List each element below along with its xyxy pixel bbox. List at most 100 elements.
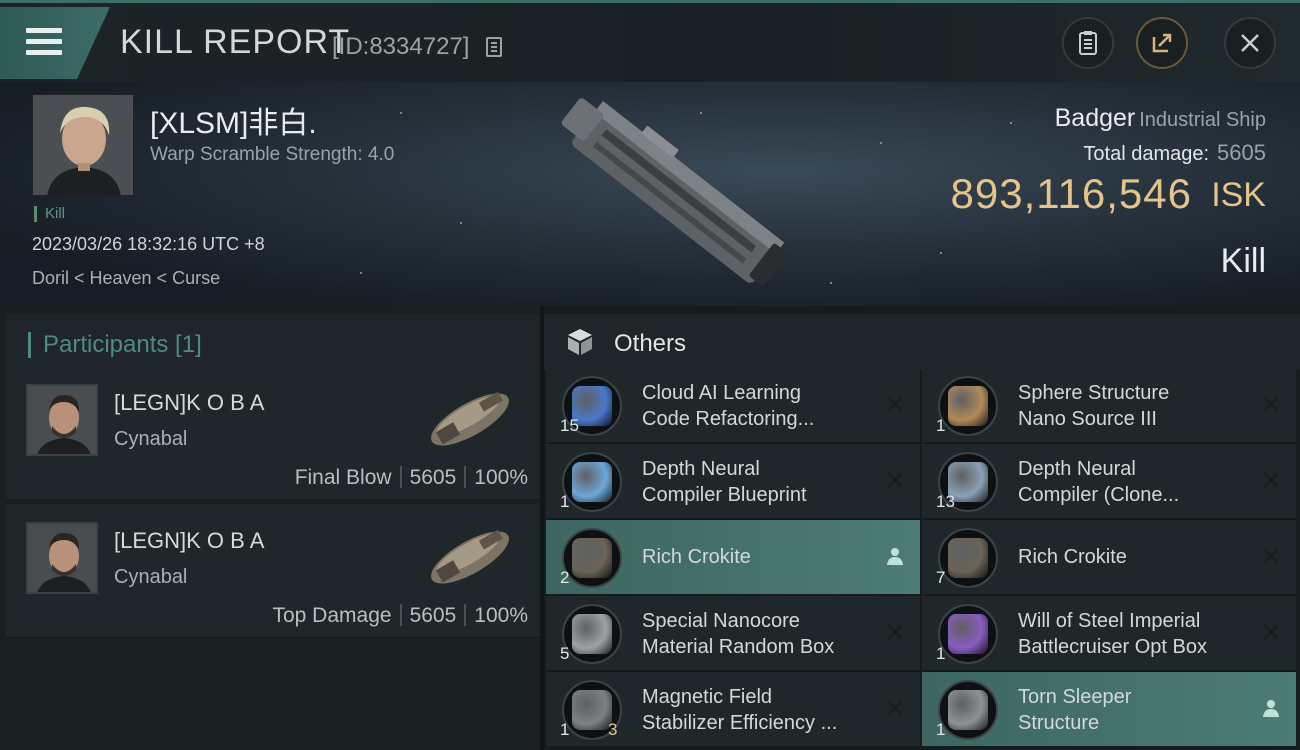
dropped-person-icon — [887, 548, 903, 565]
item-tile[interactable]: 2 Rich Crokite — [546, 520, 920, 594]
item-name: Depth Neural Compiler Blueprint — [642, 456, 872, 508]
item-name-line1: Magnetic Field — [642, 686, 773, 708]
item-icon — [562, 604, 622, 664]
item-name: Depth Neural Compiler (Clone... — [1018, 456, 1248, 508]
participant-ship: Cynabal — [114, 566, 188, 588]
participants-panel: Participants [1] [LEGN]K O B A Cynabal F… — [0, 306, 540, 750]
victim-portrait[interactable] — [32, 94, 134, 196]
participant-stats: Final Blow 5605 100% — [295, 466, 528, 490]
destroyed-x-icon — [887, 472, 903, 488]
participant-role: Top Damage — [272, 604, 392, 627]
participant-percent: 100% — [474, 466, 528, 489]
item-name-line1: Cloud AI Learning — [642, 382, 802, 404]
item-name-line1: Torn Sleeper — [1018, 686, 1132, 708]
item-name: Sphere Structure Nano Source III — [1018, 380, 1248, 432]
others-title: Others — [614, 330, 687, 357]
isk-unit: ISK — [1211, 176, 1266, 214]
cube-icon — [568, 329, 592, 355]
total-damage-label: Total damage: — [1083, 143, 1210, 165]
item-icon — [938, 680, 998, 740]
item-name-line1: Depth Neural — [642, 458, 760, 480]
item-quantity: 1 — [936, 644, 946, 663]
others-panel: Others 15 Cloud AI Learning Code Refactori… — [544, 306, 1300, 750]
item-tile[interactable]: 1 Sphere Structure Nano Source III — [922, 368, 1296, 442]
item-icon — [562, 452, 622, 512]
item-name: Rich Crokite — [642, 544, 872, 570]
participant-damage: 5605 — [409, 604, 457, 627]
total-damage-value: 5605 — [1217, 140, 1266, 165]
dropped-person-icon — [1263, 700, 1279, 717]
item-name-line1: Rich Crokite — [1018, 546, 1127, 568]
participant-ship-image — [431, 391, 509, 446]
pilot-avatar-icon — [33, 95, 133, 195]
participant-percent: 100% — [474, 604, 528, 627]
item-name: Rich Crokite — [1018, 544, 1248, 570]
clipboard-button[interactable] — [1062, 17, 1114, 69]
participant-row[interactable]: [LEGN]K O B A Cynabal Final Blow 5605 100% — [6, 366, 540, 500]
item-name-line1: Depth Neural — [1018, 458, 1136, 480]
share-button[interactable] — [1136, 17, 1188, 69]
item-name-line1: Sphere Structure — [1018, 382, 1170, 404]
item-tile[interactable]: 1 3 Magnetic Field Stabilizer Efficiency ..… — [546, 672, 920, 746]
others-header: Others — [544, 314, 1300, 370]
participant-damage: 5605 — [409, 466, 457, 489]
pilot-avatar-icon — [28, 386, 96, 454]
item-quantity: 15 — [560, 416, 579, 435]
ship-class: Industrial Ship — [1139, 109, 1266, 131]
participant-ship: Cynabal — [114, 428, 188, 450]
close-button[interactable] — [1224, 17, 1276, 69]
participants-header: Participants [1] — [6, 314, 540, 370]
victim-name[interactable]: [XLSM]非白. — [150, 98, 317, 142]
item-name: Special Nanocore Material Random Box — [642, 608, 872, 660]
destroyed-x-icon — [887, 396, 903, 412]
item-tile[interactable]: 1 Will of Steel Imperial Battlecruiser Opt… — [922, 596, 1296, 670]
item-name-line2: Battlecruiser Opt Box — [1018, 636, 1207, 658]
item-tile[interactable]: 1 Torn Sleeper Structure — [922, 672, 1296, 746]
participant-name: [LEGN]K O B A — [114, 390, 265, 415]
item-tile[interactable]: 5 Special Nanocore Material Random Box — [546, 596, 920, 670]
item-quantity: 5 — [560, 644, 570, 663]
header-bar: KILL REPORT [ID:8334727] — [0, 0, 1300, 82]
destroyed-x-icon — [887, 700, 903, 716]
item-quantity: 2 — [560, 568, 570, 587]
participant-avatar[interactable] — [26, 384, 98, 456]
destroyed-x-icon — [1263, 472, 1279, 488]
item-name-line2: Code Refactoring... — [642, 408, 815, 430]
item-name-line2: Nano Source III — [1018, 408, 1157, 430]
destroyed-x-icon — [1263, 624, 1279, 640]
item-name: Torn Sleeper Structure — [1018, 684, 1248, 736]
kill-location[interactable]: Doril < Heaven < Curse — [32, 268, 220, 289]
item-icon — [938, 604, 998, 664]
item-name-line1: Rich Crokite — [642, 546, 751, 568]
pilot-avatar-icon — [28, 524, 96, 592]
participant-row[interactable]: [LEGN]K O B A Cynabal Top Damage 5605 100% — [6, 504, 540, 638]
page-title: KILL REPORT — [120, 23, 351, 61]
item-icon — [562, 528, 622, 588]
item-quantity: 1 — [560, 720, 570, 739]
victim-ship[interactable]: Badger Industrial Ship — [1055, 104, 1266, 133]
menu-button[interactable] — [0, 7, 110, 79]
item-tile[interactable]: 15 Cloud AI Learning Code Refactoring... — [546, 368, 920, 442]
hamburger-icon — [26, 28, 62, 61]
item-name-line1: Special Nanocore — [642, 610, 800, 632]
item-quantity: 13 — [936, 492, 955, 511]
kill-result: Kill — [1220, 242, 1266, 280]
victim-banner: [XLSM]非白. Warp Scramble Strength: 4.0 Ki… — [0, 82, 1300, 306]
item-quantity: 1 — [936, 416, 946, 435]
item-name-line2: Compiler Blueprint — [642, 484, 807, 506]
participant-name: [LEGN]K O B A — [114, 528, 265, 553]
total-damage: Total damage: 5605 — [1083, 140, 1266, 166]
item-name-line2: Compiler (Clone... — [1018, 484, 1180, 506]
copy-icon[interactable] — [486, 37, 502, 57]
item-tile[interactable]: 13 Depth Neural Compiler (Clone... — [922, 444, 1296, 518]
item-name-line2: Structure — [1018, 712, 1100, 734]
item-name-line2: Stabilizer Efficiency ... — [642, 712, 838, 734]
item-tile[interactable]: 1 Depth Neural Compiler Blueprint — [546, 444, 920, 518]
participant-avatar[interactable] — [26, 522, 98, 594]
item-tile[interactable]: 7 Rich Crokite — [922, 520, 1296, 594]
participant-role: Final Blow — [294, 466, 392, 489]
share-icon — [1152, 33, 1172, 53]
destroyed-x-icon — [887, 624, 903, 640]
destroyed-x-icon — [1263, 548, 1279, 564]
participants-title: Participants [1] — [28, 332, 202, 358]
